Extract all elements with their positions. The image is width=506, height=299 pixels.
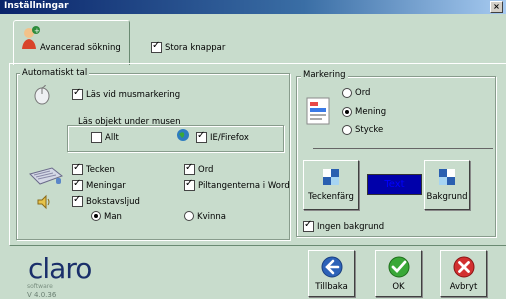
marking-word-radio[interactable] xyxy=(342,88,352,98)
tab-advanced-search[interactable]: + Avancerad sökning xyxy=(13,20,130,65)
letter-sounds-checkbox[interactable] xyxy=(72,194,83,207)
svg-text:+: + xyxy=(34,27,40,35)
female-voice-label: Kvinna xyxy=(197,212,226,222)
marking-word-label: Ord xyxy=(355,88,371,98)
large-buttons-label: Stora knappar xyxy=(165,43,226,53)
no-background-label: Ingen bakgrund xyxy=(317,222,385,232)
title-bar: Inställningar × xyxy=(0,0,506,14)
claro-logo: claro xyxy=(28,252,92,285)
cancel-x-icon xyxy=(453,256,475,278)
sentences-label: Meningar xyxy=(86,181,126,191)
marking-sentence-label: Mening xyxy=(355,107,387,117)
cancel-label: Avbryt xyxy=(449,282,478,292)
marking-legend: Markering xyxy=(301,70,348,80)
ie-firefox-label: IE/Firefox xyxy=(210,133,249,143)
all-checkbox[interactable] xyxy=(91,132,102,143)
back-button[interactable]: Tillbaka xyxy=(308,250,355,297)
arrow-keys-checkbox[interactable] xyxy=(184,178,195,191)
characters-checkbox[interactable] xyxy=(72,162,83,175)
window-title: Inställningar xyxy=(4,1,69,11)
cancel-button[interactable]: Avbryt xyxy=(440,250,487,297)
characters-label: Tecken xyxy=(86,165,115,175)
settings-window: Inställningar × + Avancerad sökning Stor… xyxy=(0,0,506,299)
text-color-label: Teckenfärg xyxy=(308,192,354,202)
version-label: V 4.0.36 xyxy=(27,291,57,299)
ok-label: OK xyxy=(392,282,405,292)
document-icon xyxy=(306,97,330,125)
male-voice-label: Man xyxy=(104,212,122,222)
background-color-icon xyxy=(439,169,455,185)
read-on-mouse-mark-checkbox[interactable] xyxy=(72,87,83,100)
background-button[interactable]: Bakgrund xyxy=(424,160,470,210)
words-label: Ord xyxy=(198,165,214,175)
male-voice-radio[interactable] xyxy=(91,211,101,221)
close-button[interactable]: × xyxy=(490,1,503,13)
under-mouse-legend: Läs objekt under musen xyxy=(78,117,181,127)
marking-sentence-radio[interactable] xyxy=(342,107,352,117)
mouse-icon xyxy=(34,85,50,105)
ok-button[interactable]: OK xyxy=(375,250,422,297)
ie-firefox-checkbox[interactable] xyxy=(196,130,207,143)
text-color-icon xyxy=(323,169,339,185)
tab-advanced-search-label: Avancerad sökning xyxy=(40,43,121,53)
text-color-button[interactable]: Teckenfärg xyxy=(303,160,359,210)
marking-separator xyxy=(313,148,493,149)
words-checkbox[interactable] xyxy=(184,162,195,175)
marking-preview: Text xyxy=(367,174,422,195)
all-label: Allt xyxy=(105,133,119,143)
no-background-checkbox[interactable] xyxy=(303,219,314,232)
keyboard-icon xyxy=(29,167,64,185)
back-arrow-icon xyxy=(321,256,343,278)
letter-sounds-label: Bokstavsljud xyxy=(86,197,140,207)
female-voice-radio[interactable] xyxy=(184,211,194,221)
sentences-checkbox[interactable] xyxy=(72,178,83,191)
check-icon xyxy=(388,256,410,278)
marking-paragraph-label: Stycke xyxy=(355,125,384,135)
arrow-keys-label: Piltangenterna i Word xyxy=(198,181,290,191)
back-label: Tillbaka xyxy=(315,282,348,292)
marking-paragraph-radio[interactable] xyxy=(342,125,352,135)
logo-subtitle: software xyxy=(27,283,53,290)
large-buttons-checkbox[interactable] xyxy=(151,40,162,53)
speaker-icon xyxy=(37,194,50,210)
read-on-mouse-mark-label: Läs vid musmarkering xyxy=(86,90,181,100)
globe-icon xyxy=(177,129,189,141)
background-label: Bakgrund xyxy=(426,192,468,202)
auto-speech-legend: Automatiskt tal xyxy=(20,68,90,78)
